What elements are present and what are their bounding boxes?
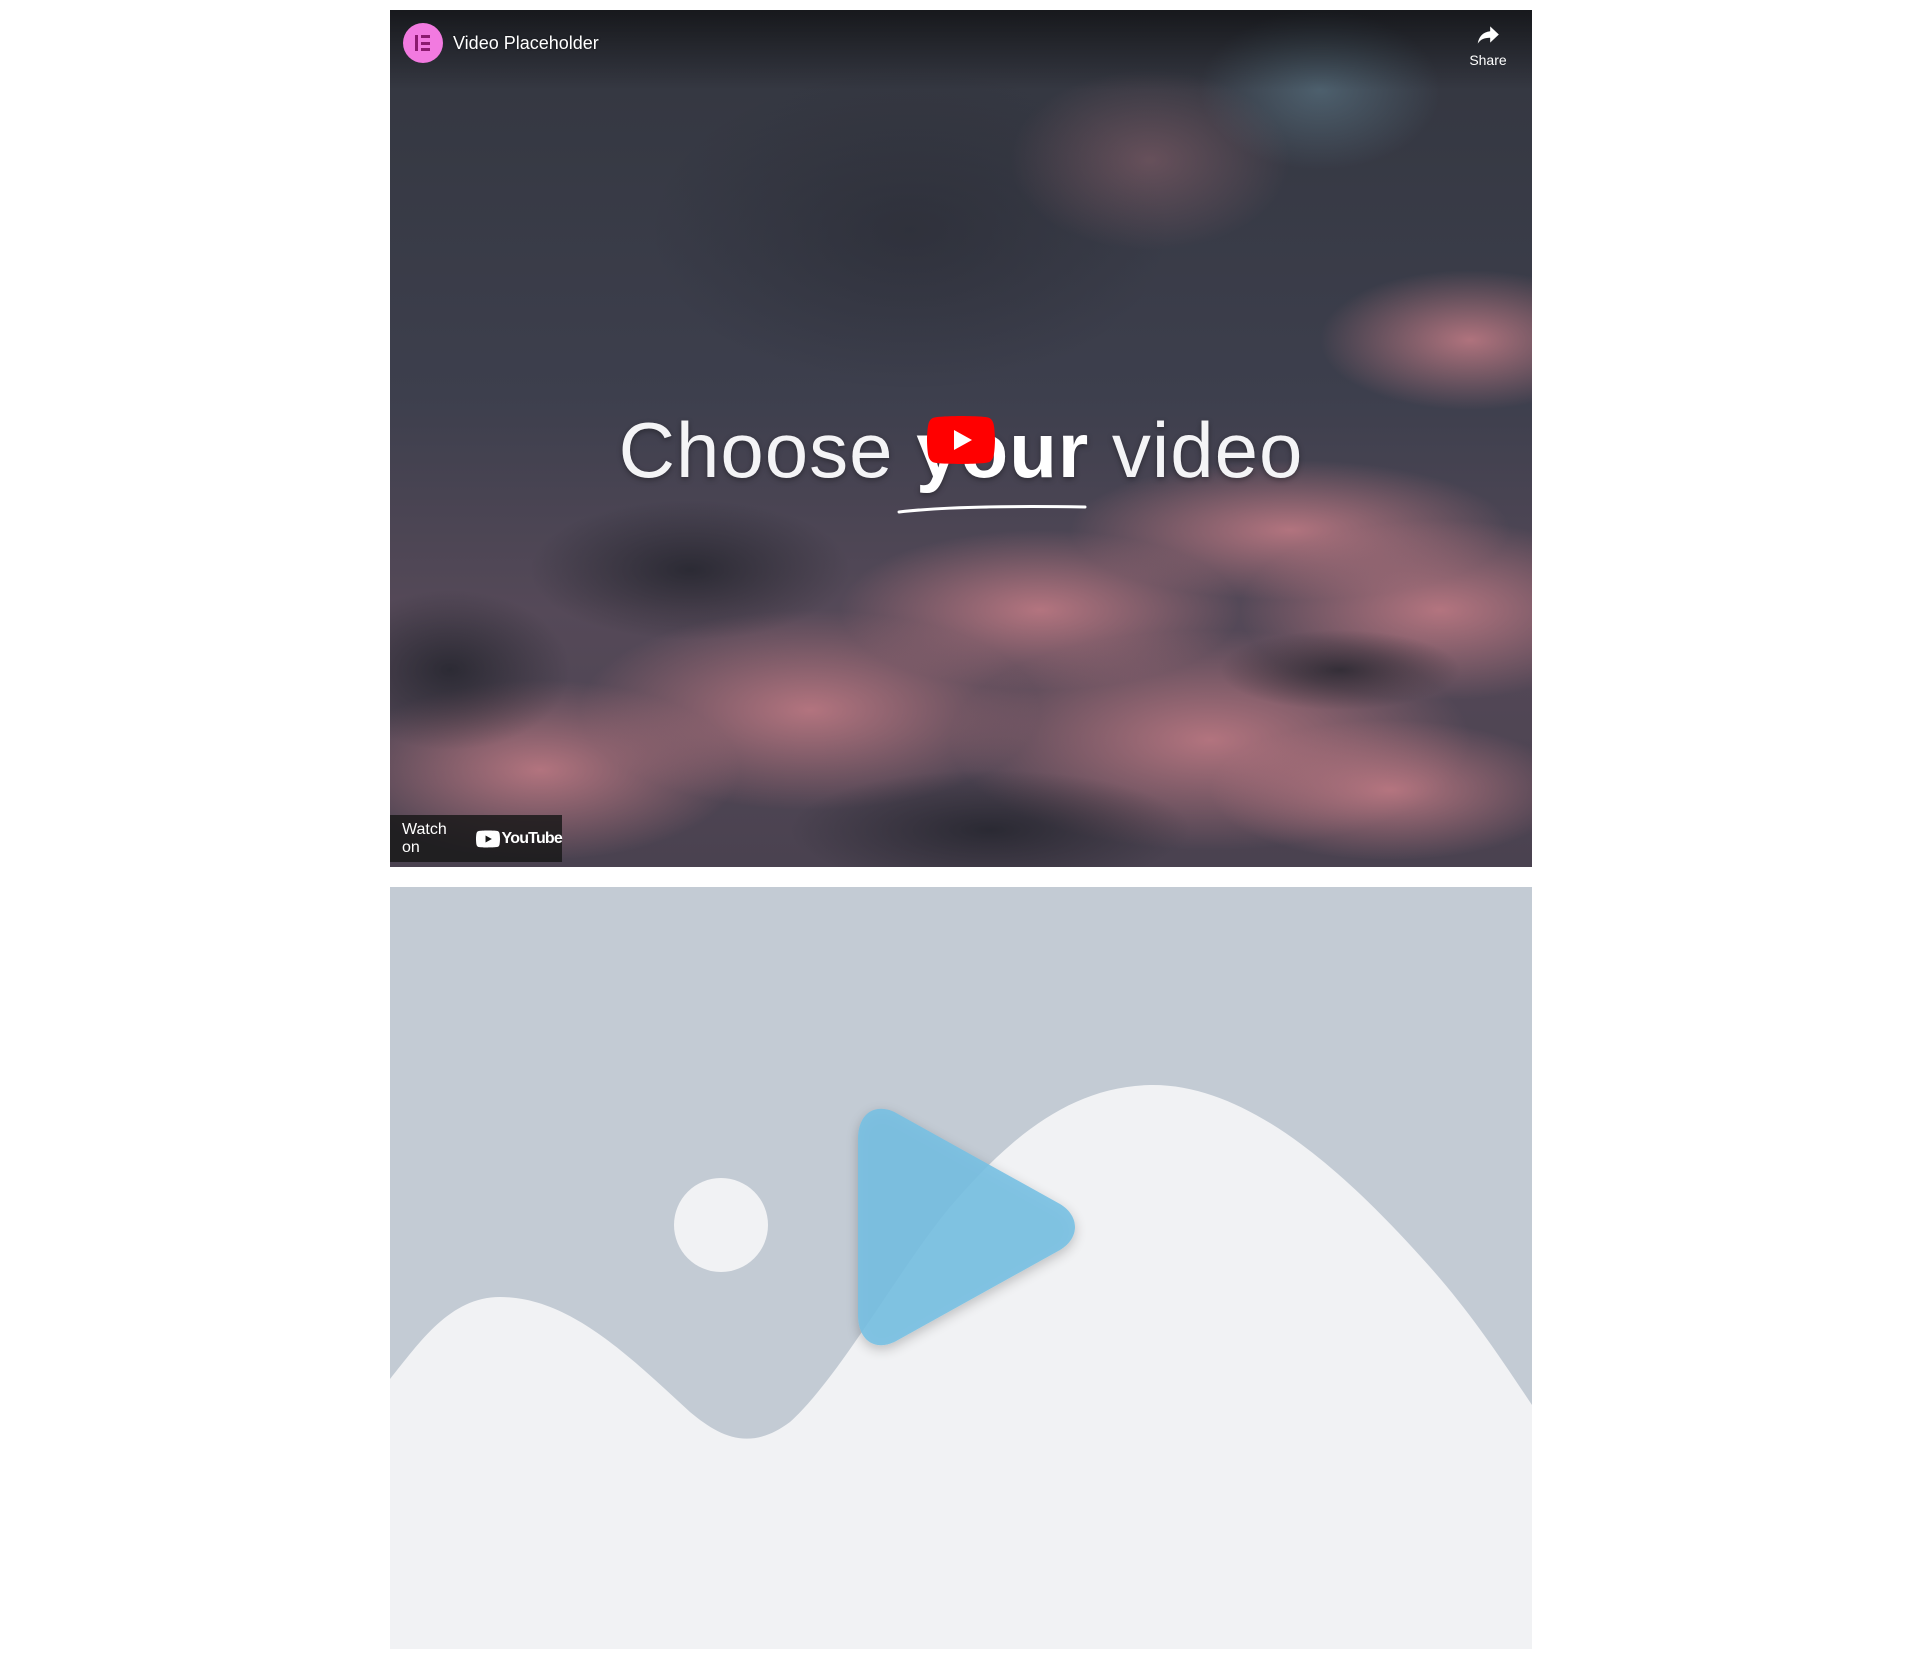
headline-text-before: Choose bbox=[618, 406, 917, 494]
placeholder-illustration bbox=[390, 887, 1532, 1649]
share-arrow-icon bbox=[1477, 26, 1499, 44]
headline-text-after: video bbox=[1089, 406, 1304, 494]
page: Video Placeholder Share Choose your vide… bbox=[0, 0, 1920, 1655]
watch-on-youtube-button[interactable]: Watch on YouTube bbox=[390, 815, 563, 862]
youtube-logo-text: YouTube bbox=[501, 829, 563, 847]
share-button[interactable]: Share bbox=[1456, 22, 1520, 80]
sun-circle-icon bbox=[674, 1178, 768, 1272]
video-title[interactable]: Video Placeholder bbox=[453, 32, 599, 54]
youtube-video-embed[interactable]: Video Placeholder Share Choose your vide… bbox=[390, 10, 1532, 867]
headline-underline-stroke bbox=[897, 505, 1087, 514]
youtube-play-icon[interactable] bbox=[927, 416, 995, 464]
youtube-logo-icon bbox=[475, 830, 500, 847]
elementor-logo-icon[interactable] bbox=[403, 23, 443, 63]
video-placeholder-image[interactable] bbox=[390, 887, 1532, 1649]
youtube-logo: YouTube bbox=[475, 829, 563, 848]
share-label: Share bbox=[1469, 52, 1507, 68]
watch-on-label: Watch on bbox=[402, 820, 447, 856]
